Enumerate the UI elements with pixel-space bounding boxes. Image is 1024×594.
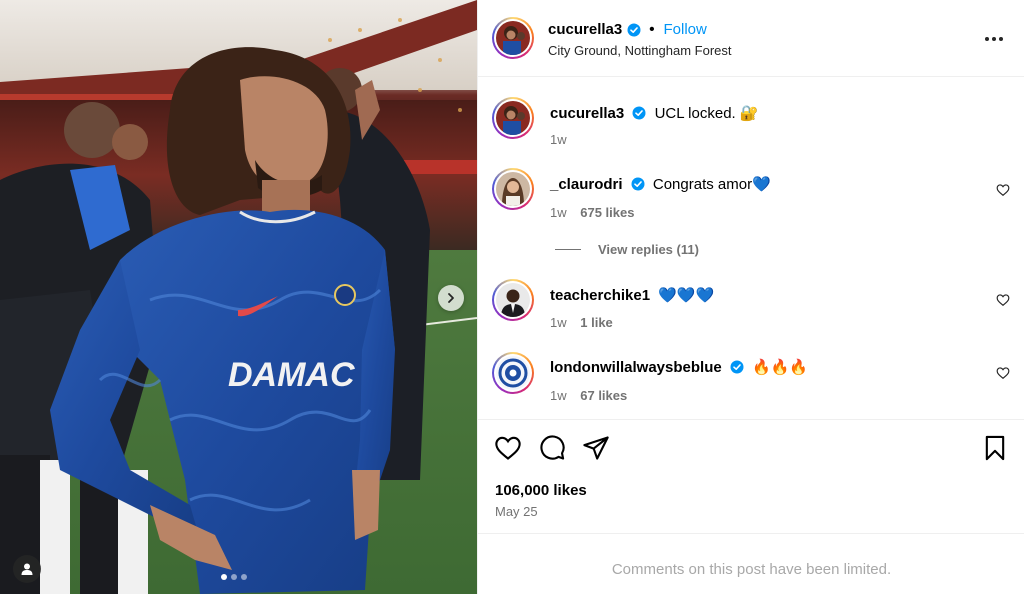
comment-username[interactable]: teacherchike1 (550, 287, 650, 304)
heart-icon[interactable] (996, 183, 1010, 197)
comment-item: _claurodri Congrats amor💙 1w 675 likes (478, 167, 1024, 227)
avatar (496, 283, 530, 317)
tagged-users-button[interactable] (13, 555, 41, 583)
carousel-dot (241, 574, 247, 580)
post-header: cucurella3 • Follow City Ground, Notting… (478, 0, 1024, 77)
verified-badge-icon (627, 23, 641, 36)
comments-limited-notice: Comments on this post have been limited. (478, 533, 1024, 594)
comment-text: 🔥🔥🔥 (752, 359, 809, 376)
avatar (496, 172, 530, 206)
carousel-indicator (221, 574, 247, 580)
heart-icon[interactable] (996, 366, 1010, 380)
author-username[interactable]: cucurella3 (548, 21, 622, 38)
comment-meta: 1w 675 likes (550, 205, 634, 220)
comment-time[interactable]: 1w (550, 388, 567, 403)
comment-text-line: londonwillalwaysbeblue 🔥🔥🔥 (550, 359, 808, 377)
avatar (496, 101, 530, 135)
comment-likes[interactable]: 67 likes (580, 388, 627, 403)
share-icon[interactable] (582, 434, 610, 462)
comment-text-line: _claurodri Congrats amor💙 (550, 176, 771, 194)
carousel-dot (221, 574, 227, 580)
post-date[interactable]: May 25 (495, 504, 538, 519)
verified-badge-icon (730, 360, 744, 374)
bookmark-icon[interactable] (981, 434, 1009, 462)
caption-username[interactable]: cucurella3 (550, 105, 624, 122)
comment-meta: 1w 1 like (550, 315, 613, 330)
comment-time[interactable]: 1w (550, 315, 567, 330)
post-location[interactable]: City Ground, Nottingham Forest (548, 43, 732, 58)
caption-time[interactable]: 1w (550, 132, 567, 147)
comment-item: londonwillalwaysbeblue 🔥🔥🔥 1w 67 likes (478, 351, 1024, 411)
comment-username[interactable]: _claurodri (550, 176, 623, 193)
chevron-right-icon (448, 293, 454, 303)
user-tag-icon (21, 563, 33, 575)
author-avatar-ring[interactable] (492, 17, 534, 59)
more-options-icon[interactable] (983, 28, 1005, 50)
caption: cucurella3 UCL locked. 🔐 1w (478, 96, 1024, 156)
caption-text-line: cucurella3 UCL locked. 🔐 (550, 105, 759, 123)
photo-scene: DAMAC (0, 0, 477, 594)
post-sidebar: cucurella3 • Follow City Ground, Notting… (477, 0, 1024, 594)
commenter-avatar-ring[interactable] (492, 352, 534, 394)
instagram-post: DAMAC cucurella3 • Follow City Ground, N… (0, 0, 1024, 594)
post-photo[interactable]: DAMAC (0, 0, 477, 594)
verified-badge-icon (631, 177, 645, 191)
caption-meta: 1w (550, 132, 567, 147)
verified-badge-icon (632, 106, 646, 120)
post-actions: 106,000 likes May 25 Comments on this po… (478, 419, 1024, 594)
comment-text: 💙💙💙 (658, 287, 715, 304)
comment-username[interactable]: londonwillalwaysbeblue (550, 359, 722, 376)
heart-icon[interactable] (494, 434, 522, 462)
caption-text: UCL locked. 🔐 (654, 105, 759, 122)
commenter-avatar-ring[interactable] (492, 279, 534, 321)
commenter-avatar-ring[interactable] (492, 168, 534, 210)
avatar (496, 21, 530, 55)
carousel-dot (231, 574, 237, 580)
comment-meta: 1w 67 likes (550, 388, 627, 403)
comment-text-line: teacherchike1 💙💙💙 (550, 287, 714, 305)
comment-item: teacherchike1 💙💙💙 1w 1 like (478, 278, 1024, 338)
follow-button[interactable]: Follow (663, 21, 706, 38)
replies-divider-line (555, 249, 581, 250)
heart-icon[interactable] (996, 293, 1010, 307)
separator-dot: • (649, 21, 655, 38)
caption-avatar-ring[interactable] (492, 97, 534, 139)
likes-count[interactable]: 106,000 likes (495, 482, 587, 499)
view-replies-label: View replies (11) (598, 242, 699, 257)
view-replies-button[interactable]: View replies (11) (555, 242, 699, 257)
author-line: cucurella3 • Follow (548, 21, 707, 38)
comment-icon[interactable] (538, 434, 566, 462)
shirt-sponsor-text: DAMAC (228, 356, 355, 394)
comment-time[interactable]: 1w (550, 205, 567, 220)
next-photo-button[interactable] (438, 285, 464, 311)
comment-likes[interactable]: 675 likes (580, 205, 634, 220)
comment-text: Congrats amor💙 (652, 176, 771, 193)
comment-likes[interactable]: 1 like (580, 315, 613, 330)
avatar (496, 356, 530, 390)
